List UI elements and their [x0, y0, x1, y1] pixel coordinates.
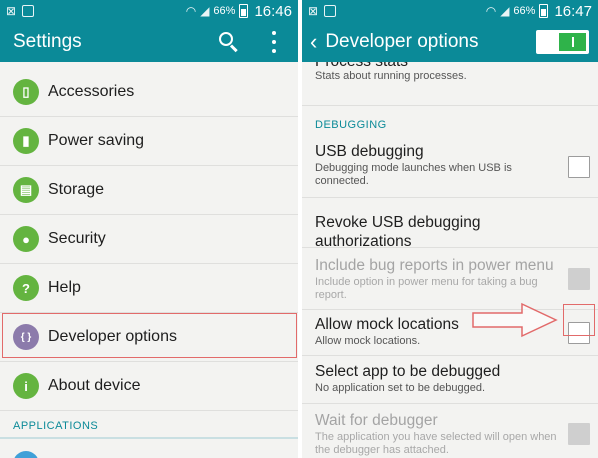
- list-item-process-stats[interactable]: Process stats Stats about running proces…: [302, 62, 598, 106]
- wifi-icon: ◠: [185, 4, 197, 18]
- battery-icon: [539, 4, 549, 18]
- battery-percent: 66%: [213, 5, 236, 17]
- usb-debugging-checkbox[interactable]: [568, 156, 590, 178]
- item-title: USB debugging: [315, 143, 424, 160]
- developer-options-highlight: [2, 313, 297, 358]
- app-icon: [13, 451, 39, 458]
- settings-item-label: Power saving: [48, 132, 145, 149]
- section-header-applications: APPLICATIONS: [13, 420, 99, 432]
- wifi-icon: ◠: [485, 4, 497, 18]
- settings-item-label: Security: [48, 230, 106, 247]
- settings-item-label: About device: [48, 377, 141, 394]
- battery-icon: ▮: [13, 128, 39, 154]
- page-title: Settings: [13, 31, 82, 52]
- battery-icon: [239, 4, 249, 18]
- clock: 16:46: [254, 2, 292, 20]
- item-summary: Include option in power menu for taking …: [315, 276, 538, 301]
- list-item-usb-debugging[interactable]: USB debugging Debugging mode launches wh…: [302, 134, 598, 198]
- mock-locations-highlight: [563, 304, 595, 336]
- status-bar: ⊠ ◠ ◢ 66% 16:46: [0, 0, 298, 22]
- item-title: Revoke USB debugging authorizations: [315, 214, 481, 250]
- settings-item-accessories[interactable]: ▯ Accessories: [0, 68, 298, 117]
- info-icon: i: [13, 373, 39, 399]
- settings-item-label: Storage: [48, 181, 105, 198]
- help-icon: ?: [13, 275, 39, 301]
- settings-item-about-device[interactable]: i About device: [0, 362, 298, 411]
- settings-item-help[interactable]: ? Help: [0, 264, 298, 313]
- settings-item-storage[interactable]: ▤ Storage: [0, 166, 298, 215]
- toggle-knob: [559, 33, 586, 51]
- settings-item-security[interactable]: ● Security: [0, 215, 298, 264]
- item-title: Select app to be debugged: [315, 363, 501, 380]
- wait-debugger-checkbox[interactable]: [568, 423, 590, 445]
- list-item-wait-for-debugger[interactable]: Wait for debugger The application you ha…: [302, 404, 598, 458]
- battery-percent: 66%: [513, 5, 536, 17]
- app-bar: Settings: [0, 22, 298, 62]
- search-icon[interactable]: [219, 32, 239, 53]
- settings-item-label: Help: [48, 279, 81, 296]
- developer-options-screen: ⊠ ◠ ◢ 66% 16:47 ‹ Developer options Proc…: [302, 0, 598, 458]
- section-divider: [0, 437, 298, 439]
- settings-item-power-saving[interactable]: ▮ Power saving: [0, 117, 298, 166]
- overflow-menu-icon[interactable]: [272, 31, 276, 53]
- bug-reports-checkbox[interactable]: [568, 268, 590, 290]
- app-bar: ‹ Developer options: [302, 22, 598, 62]
- image-icon: [22, 5, 35, 17]
- developer-options-toggle[interactable]: [536, 30, 589, 54]
- settings-list: ▯ Accessories ▮ Power saving ▤ Storage ●…: [0, 68, 298, 435]
- annotation-arrow-icon: [472, 302, 558, 338]
- notification-icon: ⊠: [6, 4, 17, 18]
- signal-icon: ◢: [500, 4, 510, 18]
- item-summary: The application you have selected will o…: [315, 431, 557, 456]
- notification-icon: ⊠: [308, 4, 319, 18]
- page-title: Developer options: [325, 31, 479, 52]
- list-item-revoke-usb[interactable]: Revoke USB debugging authorizations: [302, 198, 598, 250]
- section-header-debugging: DEBUGGING: [315, 119, 387, 131]
- item-summary: Debugging mode launches when USB is conn…: [315, 162, 512, 187]
- image-icon: [324, 5, 337, 17]
- accessories-icon: ▯: [13, 79, 39, 105]
- back-arrow-icon[interactable]: ‹: [310, 31, 317, 53]
- settings-item-label: Accessories: [48, 83, 135, 100]
- item-summary: Stats about running processes.: [315, 70, 467, 82]
- settings-screen: ⊠ ◠ ◢ 66% 16:46 Settings ▯ Accessories ▮…: [0, 0, 298, 458]
- item-summary: No application set to be debugged.: [315, 382, 486, 394]
- storage-icon: ▤: [13, 177, 39, 203]
- item-title: Include bug reports in power menu: [315, 257, 554, 274]
- item-title: Wait for debugger: [315, 412, 438, 429]
- lock-icon: ●: [13, 226, 39, 252]
- status-bar: ⊠ ◠ ◢ 66% 16:47: [302, 0, 598, 22]
- signal-icon: ◢: [200, 4, 210, 18]
- clock: 16:47: [554, 2, 592, 20]
- list-item-select-debug-app[interactable]: Select app to be debugged No application…: [302, 356, 598, 404]
